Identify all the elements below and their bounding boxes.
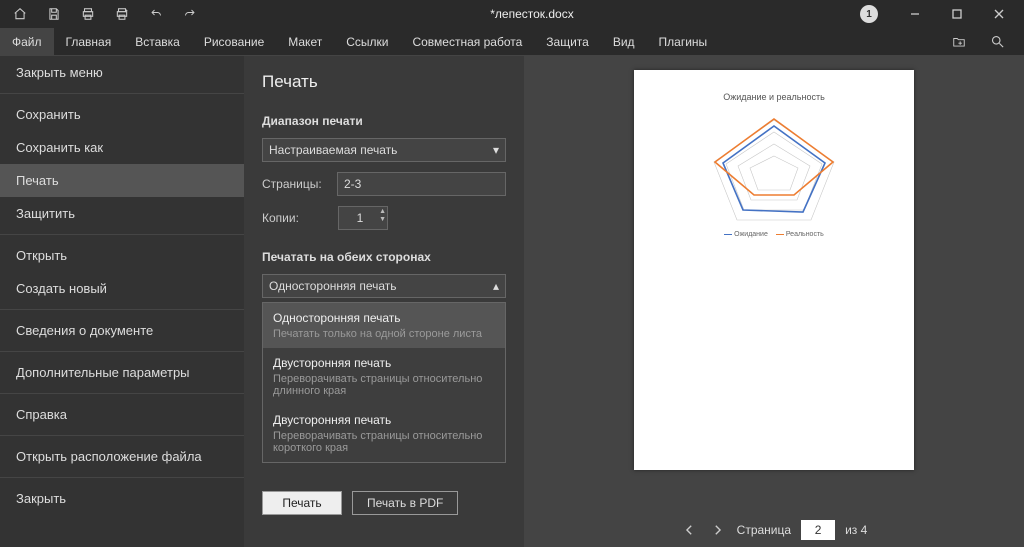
chart-title: Ожидание и реальность <box>634 92 914 102</box>
minimize-button[interactable] <box>896 2 934 26</box>
sides-option-single[interactable]: Односторонняя печать Печатать только на … <box>263 303 505 348</box>
sides-select[interactable]: Односторонняя печать ▴ <box>262 274 506 298</box>
page-label: Страница <box>737 523 791 537</box>
tab-layout[interactable]: Макет <box>276 28 334 55</box>
pages-input[interactable] <box>337 172 506 196</box>
radar-chart <box>699 112 849 227</box>
undo-icon[interactable] <box>142 3 170 25</box>
file-sidebar: Закрыть меню Сохранить Сохранить как Печ… <box>0 56 244 547</box>
print-icon[interactable] <box>74 3 102 25</box>
page-of-label: из 4 <box>845 523 867 537</box>
prev-page-button[interactable] <box>681 521 699 539</box>
save-icon[interactable] <box>40 3 68 25</box>
tab-file[interactable]: Файл <box>0 28 54 55</box>
sidebar-item-close[interactable]: Закрыть <box>0 482 244 515</box>
sides-option-double-short[interactable]: Двусторонняя печать Переворачивать стран… <box>263 405 505 462</box>
sidebar-item-open-location[interactable]: Открыть расположение файла <box>0 440 244 473</box>
sidebar-item-docinfo[interactable]: Сведения о документе <box>0 314 244 347</box>
sidebar-item-protect[interactable]: Защитить <box>0 197 244 230</box>
tab-insert[interactable]: Вставка <box>123 28 192 55</box>
sidebar-item-create[interactable]: Создать новый <box>0 272 244 305</box>
print-range-select[interactable]: Настраиваемая печать ▾ <box>262 138 506 162</box>
next-page-button[interactable] <box>709 521 727 539</box>
sides-dropdown: Односторонняя печать Печатать только на … <box>262 302 506 463</box>
open-folder-icon[interactable] <box>944 30 974 54</box>
search-icon[interactable] <box>982 30 1012 54</box>
redo-icon[interactable] <box>176 3 204 25</box>
tab-draw[interactable]: Рисование <box>192 28 276 55</box>
menu-bar: Файл Главная Вставка Рисование Макет Ссы… <box>0 28 1024 56</box>
sidebar-item-save[interactable]: Сохранить <box>0 98 244 131</box>
quick-print-icon[interactable] <box>108 3 136 25</box>
print-preview-area: Ожидание и реальность Ожидание <box>524 56 1024 547</box>
sidebar-item-close-menu[interactable]: Закрыть меню <box>0 56 244 89</box>
tab-collaboration[interactable]: Совместная работа <box>400 28 534 55</box>
print-button[interactable]: Печать <box>262 491 342 515</box>
close-button[interactable] <box>980 2 1018 26</box>
maximize-button[interactable] <box>938 2 976 26</box>
sides-label: Печатать на обеих сторонах <box>262 250 506 264</box>
sidebar-item-help[interactable]: Справка <box>0 398 244 431</box>
settings-title: Печать <box>262 72 506 92</box>
copies-down-icon[interactable]: ▼ <box>379 216 386 224</box>
copies-label: Копии: <box>262 211 328 225</box>
copies-up-icon[interactable]: ▲ <box>379 208 386 216</box>
sidebar-item-saveas[interactable]: Сохранить как <box>0 131 244 164</box>
preview-nav-bar: Страница из 4 <box>524 513 1024 547</box>
print-settings-panel: Печать Диапазон печати Настраиваемая печ… <box>244 56 524 547</box>
page-number-input[interactable] <box>801 520 835 540</box>
print-pdf-button[interactable]: Печать в PDF <box>352 491 458 515</box>
sides-option-double-long[interactable]: Двусторонняя печать Переворачивать стран… <box>263 348 505 405</box>
document-title: *лепесток.docx <box>204 7 860 21</box>
sidebar-item-print[interactable]: Печать <box>0 164 244 197</box>
sidebar-item-open[interactable]: Открыть <box>0 239 244 272</box>
user-badge[interactable]: 1 <box>860 5 878 23</box>
chevron-up-icon: ▴ <box>493 279 499 293</box>
print-range-label: Диапазон печати <box>262 114 506 128</box>
tab-references[interactable]: Ссылки <box>334 28 400 55</box>
chart-legend: Ожидание Реальность <box>634 230 914 238</box>
tab-home[interactable]: Главная <box>54 28 124 55</box>
tab-protect[interactable]: Защита <box>534 28 601 55</box>
chevron-down-icon: ▾ <box>493 143 499 157</box>
pages-label: Страницы: <box>262 177 327 191</box>
sidebar-item-advanced[interactable]: Дополнительные параметры <box>0 356 244 389</box>
preview-page: Ожидание и реальность Ожидание <box>634 70 914 470</box>
home-icon[interactable] <box>6 3 34 25</box>
tab-view[interactable]: Вид <box>601 28 647 55</box>
tab-plugins[interactable]: Плагины <box>647 28 720 55</box>
